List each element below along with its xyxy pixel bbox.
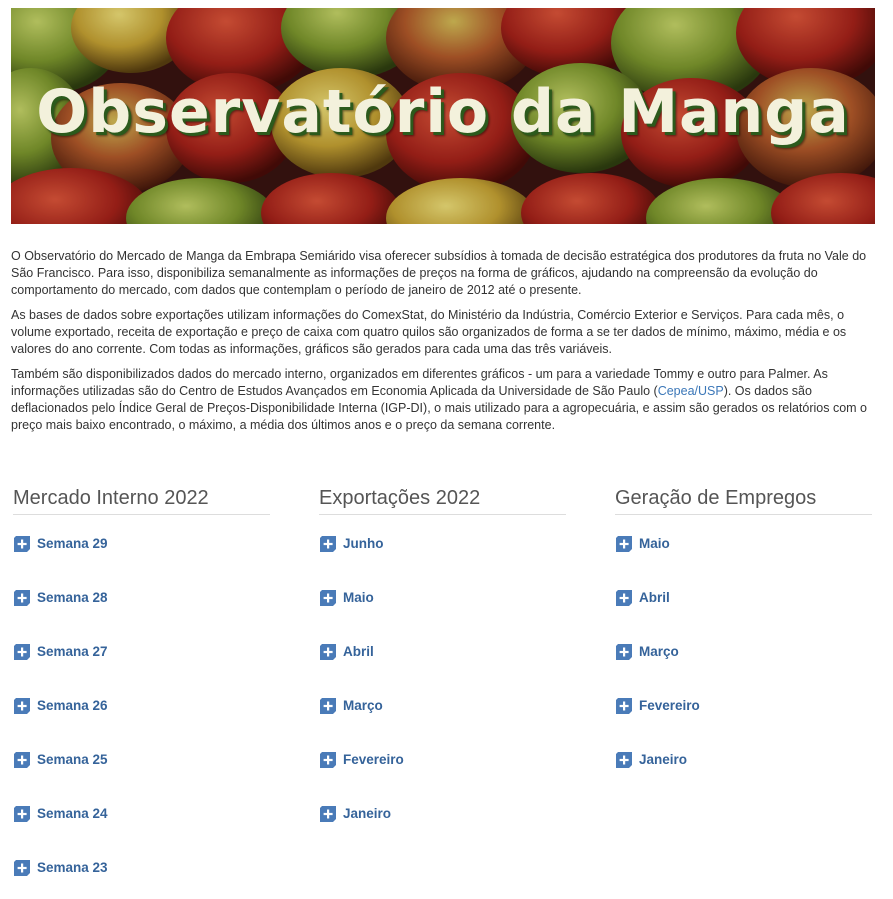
intro-paragraph-3: Também são disponibilizados dados do mer…	[11, 366, 877, 434]
list-item: Fevereiro	[319, 751, 566, 805]
link-semana-27[interactable]: Semana 27	[13, 643, 108, 661]
column-exportacoes: Exportações 2022 Junho Maio Abril Março …	[319, 486, 566, 859]
list-item: Março	[615, 643, 872, 697]
plus-icon	[320, 806, 336, 822]
list-item: Maio	[319, 589, 566, 643]
link-janeiro[interactable]: Janeiro	[615, 751, 687, 769]
list-item: Semana 24	[13, 805, 270, 859]
plus-icon	[14, 590, 30, 606]
list-item: Junho	[319, 535, 566, 589]
link-label: Maio	[639, 536, 670, 551]
plus-icon	[616, 644, 632, 660]
plus-icon	[616, 536, 632, 552]
link-label: Janeiro	[343, 806, 392, 821]
link-label: Abril	[639, 590, 670, 605]
link-label: Semana 26	[37, 698, 108, 713]
link-semana-24[interactable]: Semana 24	[13, 805, 108, 823]
list-item: Semana 29	[13, 535, 270, 589]
link-marco[interactable]: Março	[319, 697, 383, 715]
plus-icon	[320, 590, 336, 606]
banner-title: Observatório da Manga	[36, 77, 850, 147]
link-maio[interactable]: Maio	[319, 589, 374, 607]
banner-image: Observatório da Manga	[11, 8, 875, 224]
link-label: Semana 29	[37, 536, 108, 551]
intro-paragraph-2: As bases de dados sobre exportações util…	[11, 308, 847, 356]
plus-icon	[14, 752, 30, 768]
column-mercado-interno: Mercado Interno 2022 Semana 29 Semana 28…	[13, 486, 270, 899]
link-semana-23[interactable]: Semana 23	[13, 859, 108, 877]
link-abril[interactable]: Abril	[615, 589, 670, 607]
link-label: Fevereiro	[343, 752, 404, 767]
list-item: Semana 25	[13, 751, 270, 805]
link-label: Semana 25	[37, 752, 108, 767]
link-semana-26[interactable]: Semana 26	[13, 697, 108, 715]
list-item: Janeiro	[319, 805, 566, 859]
plus-icon	[616, 698, 632, 714]
link-label: Junho	[343, 536, 384, 551]
link-label: Janeiro	[639, 752, 688, 767]
plus-icon	[14, 698, 30, 714]
plus-icon	[320, 752, 336, 768]
link-label: Semana 24	[37, 806, 108, 821]
list-item: Semana 23	[13, 859, 270, 899]
link-janeiro[interactable]: Janeiro	[319, 805, 391, 823]
link-marco[interactable]: Março	[615, 643, 679, 661]
page: Observatório da Manga O Observatório do …	[0, 0, 893, 899]
column-geracao-empregos: Geração de Empregos Maio Abril Março Fev…	[615, 486, 872, 805]
column-title-mercado-interno: Mercado Interno 2022	[13, 486, 270, 515]
intro-paragraph-1: O Observatório do Mercado de Manga da Em…	[11, 249, 867, 297]
plus-icon	[14, 860, 30, 876]
plus-icon	[320, 698, 336, 714]
plus-icon	[320, 644, 336, 660]
list-item: Maio	[615, 535, 872, 589]
link-label: Maio	[343, 590, 374, 605]
link-fevereiro[interactable]: Fevereiro	[319, 751, 404, 769]
list-exportacoes: Junho Maio Abril Março Fevereiro Janeiro	[319, 535, 566, 859]
column-title-geracao-empregos: Geração de Empregos	[615, 486, 872, 515]
link-label: Abril	[343, 644, 374, 659]
list-geracao-empregos: Maio Abril Março Fevereiro Janeiro	[615, 535, 872, 805]
link-semana-28[interactable]: Semana 28	[13, 589, 108, 607]
list-item: Janeiro	[615, 751, 872, 805]
column-title-exportacoes: Exportações 2022	[319, 486, 566, 515]
list-item: Abril	[319, 643, 566, 697]
link-junho[interactable]: Junho	[319, 535, 384, 553]
link-label: Março	[639, 644, 679, 659]
cepea-usp-link[interactable]: Cepea/USP	[658, 384, 724, 398]
link-label: Semana 27	[37, 644, 108, 659]
list-item: Abril	[615, 589, 872, 643]
list-item: Semana 27	[13, 643, 270, 697]
plus-icon	[320, 536, 336, 552]
plus-icon	[616, 752, 632, 768]
list-item: Março	[319, 697, 566, 751]
plus-icon	[14, 536, 30, 552]
list-item: Fevereiro	[615, 697, 872, 751]
link-semana-29[interactable]: Semana 29	[13, 535, 108, 553]
list-item: Semana 28	[13, 589, 270, 643]
link-maio[interactable]: Maio	[615, 535, 670, 553]
link-label: Fevereiro	[639, 698, 700, 713]
list-item: Semana 26	[13, 697, 270, 751]
link-label: Semana 23	[37, 860, 108, 875]
plus-icon	[616, 590, 632, 606]
link-fevereiro[interactable]: Fevereiro	[615, 697, 700, 715]
plus-icon	[14, 644, 30, 660]
link-label: Março	[343, 698, 383, 713]
link-abril[interactable]: Abril	[319, 643, 374, 661]
plus-icon	[14, 806, 30, 822]
link-semana-25[interactable]: Semana 25	[13, 751, 108, 769]
list-mercado-interno: Semana 29 Semana 28 Semana 27 Semana 26 …	[13, 535, 270, 899]
link-label: Semana 28	[37, 590, 108, 605]
intro-text: O Observatório do Mercado de Manga da Em…	[11, 248, 877, 442]
